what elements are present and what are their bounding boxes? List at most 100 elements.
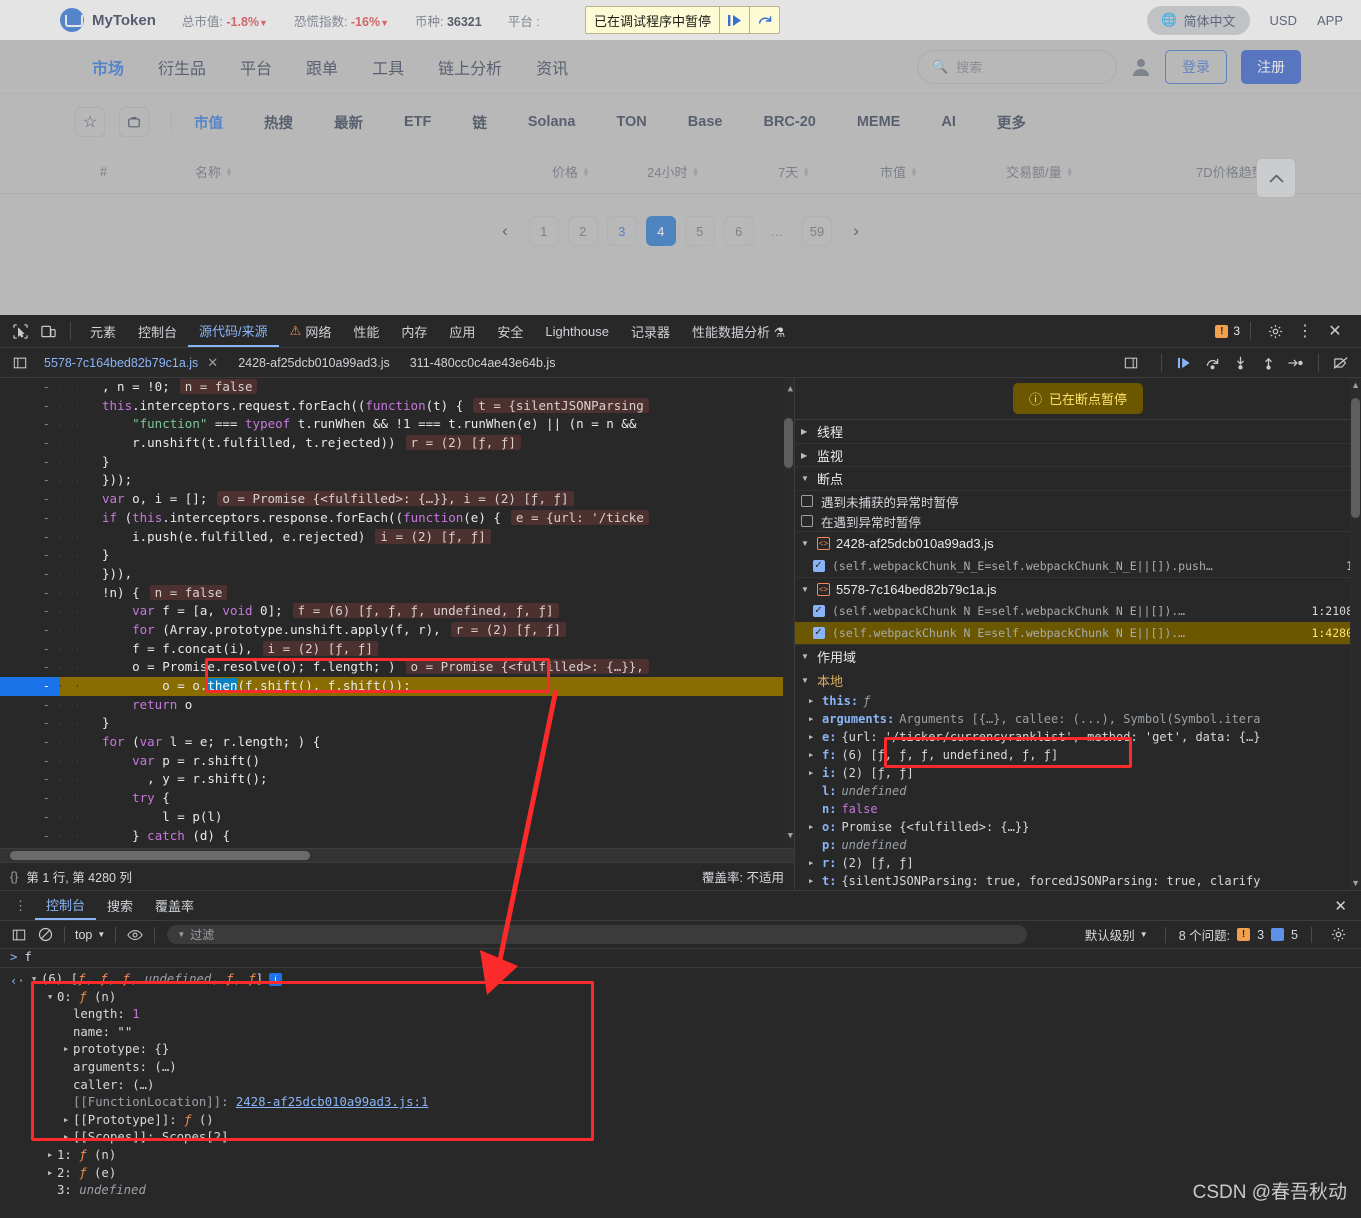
code-line[interactable]: - var f = [a, void 0]; f = (6) [ƒ, ƒ, ƒ, … <box>0 602 794 621</box>
scope-variable-row[interactable]: ▶ i: (2) [ƒ, ƒ] <box>795 764 1361 782</box>
issues-badge[interactable]: ! 3 <box>1215 324 1240 338</box>
console-output-line[interactable]: 3: undefined <box>32 1182 1361 1200</box>
console-output-line[interactable]: ▶ 1: ƒ (n) <box>32 1147 1361 1165</box>
scope-variable-row[interactable]: ▶ arguments: Arguments [{…}, callee: (...)… <box>795 710 1361 728</box>
code-line[interactable]: - f = f.concat(i), i = (2) [ƒ, ƒ] <box>0 640 794 659</box>
file-tab-2428[interactable]: 2428-af25dcb010a99ad3.js <box>228 348 400 377</box>
debugger-vertical-scrollbar[interactable]: ▲ ▼ <box>1350 378 1361 890</box>
code-line[interactable]: - r.unshift(t.fulfilled, t.rejected)) r =… <box>0 434 794 453</box>
line-gutter[interactable]: - <box>0 733 60 752</box>
code-line[interactable]: - return o <box>0 696 794 715</box>
chip-ai[interactable]: AI <box>941 114 956 130</box>
debugger-scroll-thumb[interactable] <box>1351 398 1360 518</box>
line-gutter[interactable]: - <box>0 434 60 453</box>
favorites-star-icon[interactable]: ☆ <box>75 107 105 137</box>
chevron-right-icon[interactable]: ▶ <box>809 877 817 885</box>
checkbox-icon[interactable] <box>801 515 813 528</box>
chevron-right-icon[interactable]: ▶ <box>809 733 817 741</box>
scope-variable-row[interactable]: ▶ e: {url: '/ticker/currencyranklist', met… <box>795 728 1361 746</box>
console-output-line[interactable]: ▼ (6) [ƒ, ƒ, ƒ, undefined, ƒ, ƒ] i <box>32 971 1361 989</box>
tab-application[interactable]: 应用 <box>438 315 486 347</box>
ticker-market-cap[interactable]: 总市值: -1.8%▼ <box>182 11 268 30</box>
nav-item-derivatives[interactable]: 衍生品 <box>158 55 206 79</box>
close-drawer-icon[interactable]: ✕ <box>1334 897 1355 915</box>
code-line[interactable]: - y(d); <box>0 845 794 848</box>
code-line[interactable]: - , y = r.shift(); <box>0 770 794 789</box>
checkbox-icon[interactable] <box>813 625 825 640</box>
console-output-line[interactable]: name: "" <box>32 1024 1361 1042</box>
scope-variable-row[interactable]: ▶ t: {silentJSONParsing: true, forcedJSONP… <box>795 872 1361 890</box>
page-3[interactable]: 3 <box>606 216 637 246</box>
register-button[interactable]: 注册 <box>1241 49 1301 84</box>
console-output-line[interactable]: ▶ [[Prototype]]: ƒ () <box>32 1112 1361 1130</box>
column-volume[interactable]: 交易额/量 ▲ ▼ <box>1006 162 1074 181</box>
step-icon[interactable] <box>1282 350 1310 376</box>
code-line[interactable]: -})), <box>0 565 794 584</box>
scope-variable-row[interactable]: n: false <box>795 800 1361 818</box>
chip-marketcap[interactable]: 市值 <box>194 112 223 133</box>
step-into-icon[interactable] <box>1226 350 1254 376</box>
code-line[interactable]: - o = Promise.resolve(o); f.length; ) o =… <box>0 658 794 677</box>
page-1[interactable]: 1 <box>528 216 559 246</box>
breakpoint-file-2428[interactable]: ▼ <> 2428-af25dcb010a99ad3.js <box>795 531 1361 555</box>
chip-more[interactable]: 更多 <box>997 112 1026 133</box>
chip-etf[interactable]: ETF <box>404 114 431 130</box>
line-gutter[interactable]: - <box>0 770 60 789</box>
disclosure-triangle-icon[interactable]: ▼ <box>48 989 57 1007</box>
code-line[interactable]: - } catch (d) { <box>0 827 794 846</box>
line-gutter[interactable]: - <box>0 453 60 472</box>
chip-solana[interactable]: Solana <box>528 114 576 130</box>
clear-console-icon[interactable] <box>32 923 58 947</box>
scroll-down-icon[interactable]: ▼ <box>788 827 793 846</box>
console-output-line[interactable]: ▶ [[Scopes]]: Scopes[2] <box>32 1129 1361 1147</box>
line-gutter[interactable]: - <box>0 528 60 547</box>
inspect-element-icon[interactable] <box>6 318 34 344</box>
console-output-line[interactable]: arguments: (…) <box>32 1059 1361 1077</box>
code-line[interactable]: - , n = !0; n = false <box>0 378 794 397</box>
line-gutter[interactable]: - <box>0 696 60 715</box>
console-output-line[interactable]: ▼ 0: ƒ (n) <box>32 989 1361 1007</box>
console-output-line[interactable]: ▶ 2: ƒ (e) <box>32 1165 1361 1183</box>
pause-caught-exceptions-row[interactable]: 在遇到异常时暂停 <box>795 511 1361 531</box>
nav-item-platform[interactable]: 平台 <box>240 55 272 79</box>
scope-variable-row[interactable]: ▶ this: ƒ <box>795 692 1361 710</box>
page-59[interactable]: 59 <box>801 216 833 246</box>
line-gutter[interactable]: - <box>0 714 60 733</box>
scope-variable-row[interactable]: ▶ r: (2) [ƒ, ƒ] <box>795 854 1361 872</box>
ticker-coin-count[interactable]: 币种: 36321 <box>415 11 482 30</box>
code-line[interactable]: -})); <box>0 471 794 490</box>
execution-context-selector[interactable]: top ▼ <box>71 928 109 942</box>
line-gutter[interactable]: - <box>0 789 60 808</box>
more-options-icon[interactable]: ⋮ <box>1291 318 1319 344</box>
device-toolbar-icon[interactable] <box>34 318 62 344</box>
code-line[interactable]: -} <box>0 714 794 733</box>
chip-hot[interactable]: 热搜 <box>264 112 293 133</box>
code-vertical-scrollbar[interactable]: ▲ ▼ <box>783 378 794 848</box>
chevron-right-icon[interactable]: ▶ <box>809 751 817 759</box>
page-4-current[interactable]: 4 <box>645 216 676 246</box>
code-hscroll-thumb[interactable] <box>10 851 310 860</box>
chip-brc20[interactable]: BRC-20 <box>763 114 815 130</box>
scope-variable-row[interactable]: ▶ f: (6) [ƒ, ƒ, ƒ, undefined, ƒ, ƒ] <box>795 746 1361 764</box>
scope-variable-row[interactable]: ▶ o: Promise {<fulfilled>: {…}} <box>795 818 1361 836</box>
page-next-button[interactable]: › <box>841 221 871 241</box>
code-line[interactable]: -} <box>0 546 794 565</box>
checkbox-icon[interactable] <box>813 603 825 618</box>
deactivate-breakpoints-icon[interactable] <box>1327 350 1355 376</box>
disclosure-triangle-icon[interactable]: ▶ <box>48 1165 57 1183</box>
chevron-right-icon[interactable]: ▶ <box>809 715 817 723</box>
pretty-print-icon[interactable]: {} <box>10 870 18 884</box>
chevron-right-icon[interactable]: ▶ <box>809 769 817 777</box>
code-line[interactable]: - !n) {n = false <box>0 584 794 603</box>
step-over-icon[interactable] <box>1198 350 1226 376</box>
close-icon[interactable]: ✕ <box>207 355 218 371</box>
column-price[interactable]: 价格 ▲ ▼ <box>552 162 590 181</box>
chip-latest[interactable]: 最新 <box>334 112 363 133</box>
portfolio-icon[interactable] <box>119 107 149 137</box>
scope-variable-row[interactable]: l: undefined <box>795 782 1361 800</box>
tab-performance[interactable]: 性能 <box>342 315 390 347</box>
disclosure-triangle-icon[interactable]: ▶ <box>64 1129 73 1147</box>
live-expression-eye-icon[interactable] <box>122 923 148 947</box>
page-5[interactable]: 5 <box>684 216 715 246</box>
back-to-top-button[interactable] <box>1256 158 1296 198</box>
